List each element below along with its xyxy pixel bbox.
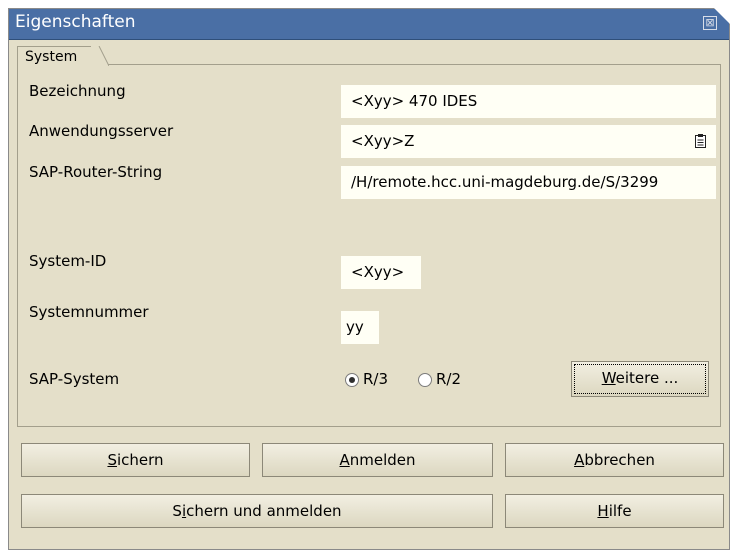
- sichern-button[interactable]: Sichern: [21, 443, 250, 477]
- systemnummer-label: Systemnummer: [29, 303, 149, 321]
- bezeichnung-field[interactable]: <Xyy> 470 IDES: [341, 85, 716, 118]
- system-id-label: System-ID: [29, 252, 107, 270]
- dialog-title: Eigenschaften: [15, 12, 136, 32]
- router-field[interactable]: /H/remote.hcc.uni-magdeburg.de/S/3299: [341, 166, 716, 199]
- abbrechen-button[interactable]: Abbrechen: [505, 443, 724, 477]
- hilfe-mnemonic: H: [597, 502, 609, 520]
- properties-dialog: Eigenschaften ⊠ System Bezeichnung <Xyy>…: [8, 8, 730, 550]
- tab-system[interactable]: System: [17, 46, 96, 67]
- bezeichnung-value: <Xyy> 470 IDES: [351, 92, 478, 110]
- system-id-value: <Xyy>: [351, 263, 405, 281]
- hilfe-button[interactable]: Hilfe: [505, 494, 724, 528]
- anwendungsserver-field[interactable]: <Xyy>Z: [341, 125, 716, 158]
- radio-r3[interactable]: [345, 373, 359, 387]
- tab-slant-edge: [91, 46, 109, 66]
- sap-system-label: SAP-System: [29, 370, 120, 388]
- weitere-focus-ring: [574, 364, 706, 394]
- anmelden-mnemonic: A: [339, 451, 350, 469]
- anwendungsserver-label: Anwendungsserver: [29, 122, 174, 140]
- systemnummer-value: yy: [346, 318, 364, 336]
- radio-r2[interactable]: [418, 373, 432, 387]
- router-value: /H/remote.hcc.uni-magdeburg.de/S/3299: [351, 173, 659, 191]
- radio-r3-label[interactable]: R/3: [363, 370, 388, 388]
- router-label: SAP-Router-String: [29, 163, 163, 181]
- anmelden-button[interactable]: Anmelden: [262, 443, 493, 477]
- anwendungsserver-value: <Xyy>Z: [351, 132, 415, 150]
- abbrechen-mnemonic: A: [574, 451, 585, 469]
- sichern-mnemonic: S: [107, 451, 117, 469]
- bezeichnung-label: Bezeichnung: [29, 82, 126, 100]
- sichern-und-anmelden-button[interactable]: Sichern und anmelden: [21, 494, 493, 528]
- system-id-field[interactable]: <Xyy>: [341, 256, 421, 289]
- title-bar-corner: [714, 8, 730, 24]
- radio-r2-label[interactable]: R/2: [436, 370, 461, 388]
- dropdown-list-icon[interactable]: [695, 134, 706, 148]
- title-bar[interactable]: Eigenschaften ⊠: [9, 8, 730, 40]
- tab-system-label: System: [25, 49, 78, 65]
- systemnummer-field[interactable]: yy: [341, 311, 379, 344]
- system-group: Bezeichnung <Xyy> 470 IDES Anwendungsser…: [17, 64, 721, 427]
